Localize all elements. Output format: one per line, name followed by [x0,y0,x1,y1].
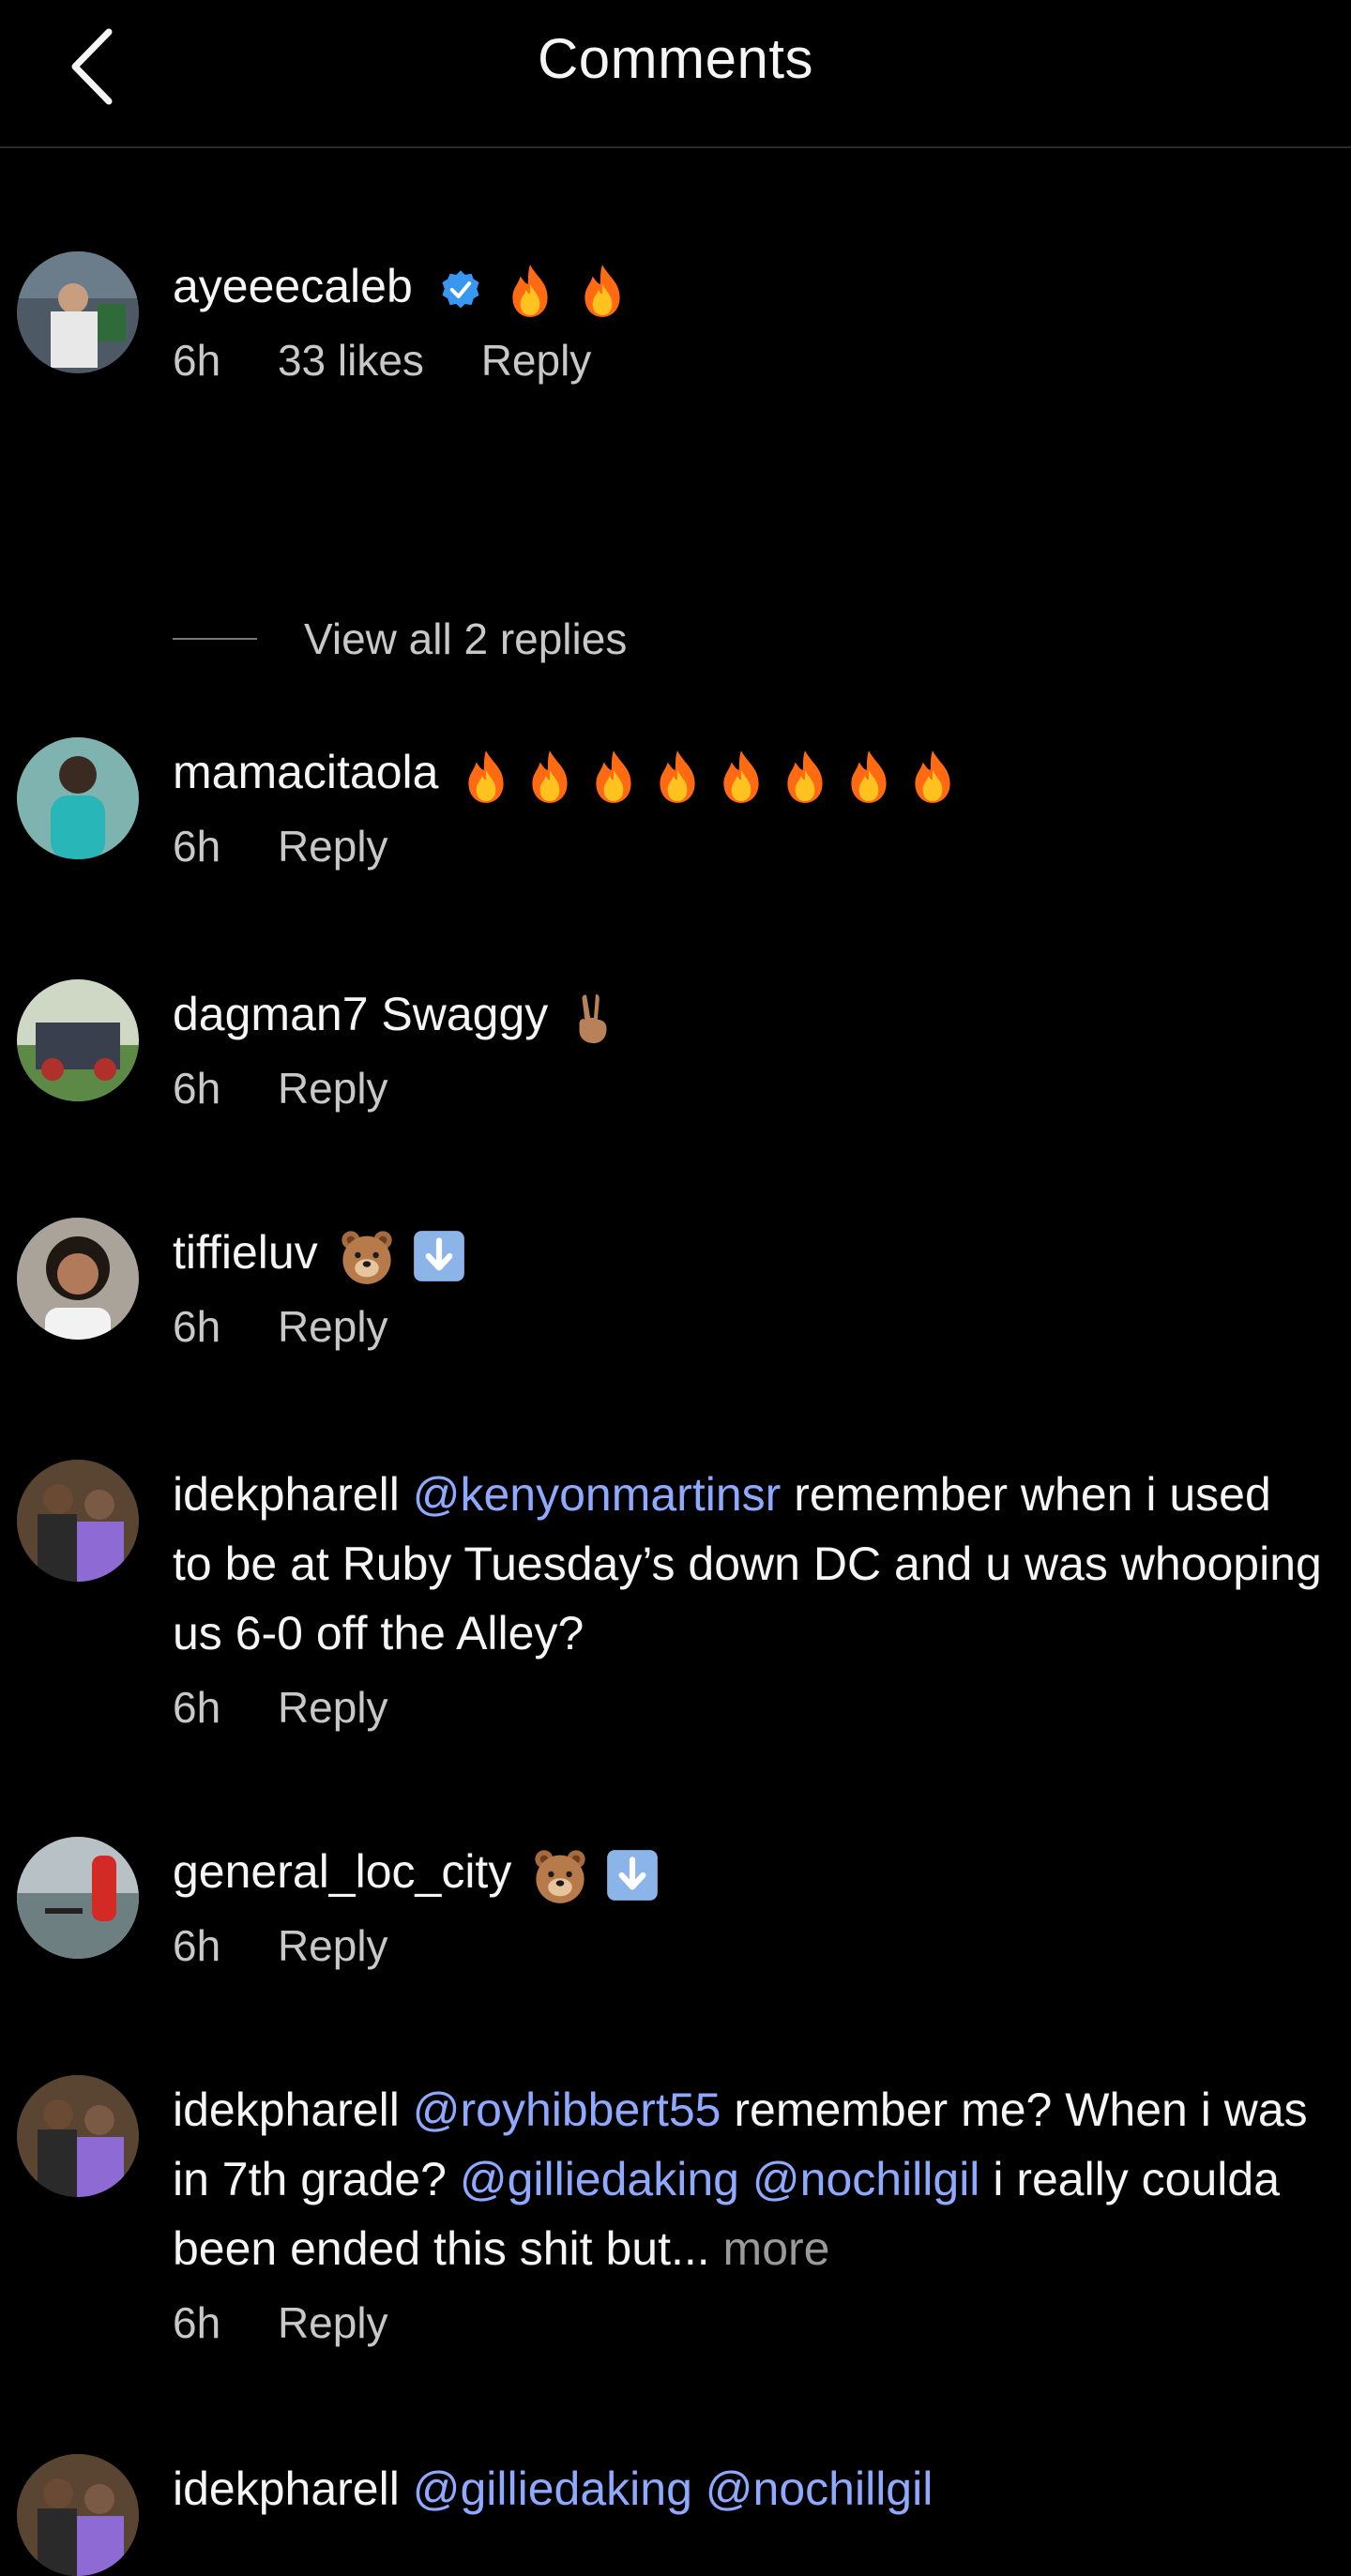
reply-button[interactable]: Reply [278,822,388,871]
mention-link[interactable]: @royhibbert55 [413,2084,721,2136]
comment-text: idekpharell @royhibbert55 remember me? W… [173,2075,1323,2283]
avatar[interactable] [17,1460,139,1582]
fire-icon [648,747,706,805]
comment-text: dagman7 Swaggy [173,979,1323,1049]
avatar[interactable] [17,737,139,859]
reply-button[interactable]: Reply [278,1921,388,1970]
avatar[interactable] [17,1218,139,1340]
view-replies-button[interactable]: View all 2 replies [173,614,627,664]
fire-icon [840,747,898,805]
username[interactable]: dagman7 [173,988,369,1040]
view-replies-label: View all 2 replies [304,614,628,663]
mention-link[interactable]: @nochillgil [752,2153,980,2205]
mention-link[interactable]: @nochillgil [706,2462,934,2515]
comment-body: Swaggy [381,988,549,1040]
username[interactable]: idekpharell [173,2084,400,2136]
comment-meta: 6h Reply [173,1917,1323,1974]
username[interactable]: ayeeecaleb [173,260,413,312]
reply-button[interactable]: Reply [278,1302,388,1351]
bear-face-icon [530,1845,590,1905]
victory-hand-icon [567,989,621,1047]
comment-meta: 6h Reply [173,2295,1323,2351]
reply-button[interactable]: Reply [481,336,592,385]
timestamp: 6h [173,2298,221,2347]
reply-button[interactable]: Reply [278,1064,388,1113]
timestamp: 6h [173,1302,221,1351]
timestamp: 6h [173,336,221,385]
username[interactable]: idekpharell [173,1468,400,1521]
username[interactable]: tiffieluv [173,1226,318,1279]
fire-icon [521,747,579,805]
fire-icon [776,747,834,805]
timestamp: 6h [173,1921,221,1970]
verified-badge-icon [442,270,479,309]
comment-text: ayeeecaleb [173,251,1323,321]
username[interactable]: general_loc_city [173,1845,511,1898]
username[interactable]: idekpharell [173,2462,400,2515]
fire-icon [712,747,770,805]
mention-link[interactable]: @kenyonmartinsr [413,1468,782,1521]
like-count[interactable]: 33 likes [278,336,424,385]
fire-icon [903,747,962,805]
comment-meta: 6h Reply [173,1060,1323,1116]
comment-text: tiffieluv [173,1218,1323,1287]
comment-meta: 6h 33 likes Reply [173,332,1323,388]
comment-text: idekpharell @gilliedaking @nochillgil [173,2454,1323,2523]
timestamp: 6h [173,1683,221,1732]
down-arrow-icon [603,1846,661,1904]
reply-button[interactable]: Reply [278,2298,388,2347]
avatar[interactable] [17,979,139,1101]
reply-button[interactable]: Reply [278,1683,388,1732]
comment-text: idekpharell @kenyonmartinsr remember whe… [173,1460,1323,1668]
mention-link[interactable]: @gilliedaking [460,2153,739,2205]
page-title: Comments [537,27,814,90]
down-arrow-icon [410,1227,468,1285]
timestamp: 6h [173,822,221,871]
fire-icon [501,261,559,319]
comments-header: Comments [0,0,1351,148]
comment-text: mamacitaola [173,737,1323,807]
fire-icon [457,747,515,805]
fire-icon [584,747,643,805]
comment-meta: 6h Reply [173,818,1323,874]
timestamp: 6h [173,1064,221,1113]
avatar[interactable] [17,2454,139,2576]
more-link[interactable]: more [723,2222,830,2275]
bear-face-icon [337,1226,397,1286]
mention-link[interactable]: @gilliedaking [413,2462,692,2515]
divider [173,638,257,640]
avatar[interactable] [17,251,139,373]
comment-text: general_loc_city [173,1837,1323,1906]
fire-icon [573,261,631,319]
comment-meta: 6h Reply [173,1298,1323,1355]
avatar[interactable] [17,1837,139,1959]
comment-meta: 6h Reply [173,1679,1323,1735]
avatar[interactable] [17,2075,139,2197]
username[interactable]: mamacitaola [173,746,438,798]
